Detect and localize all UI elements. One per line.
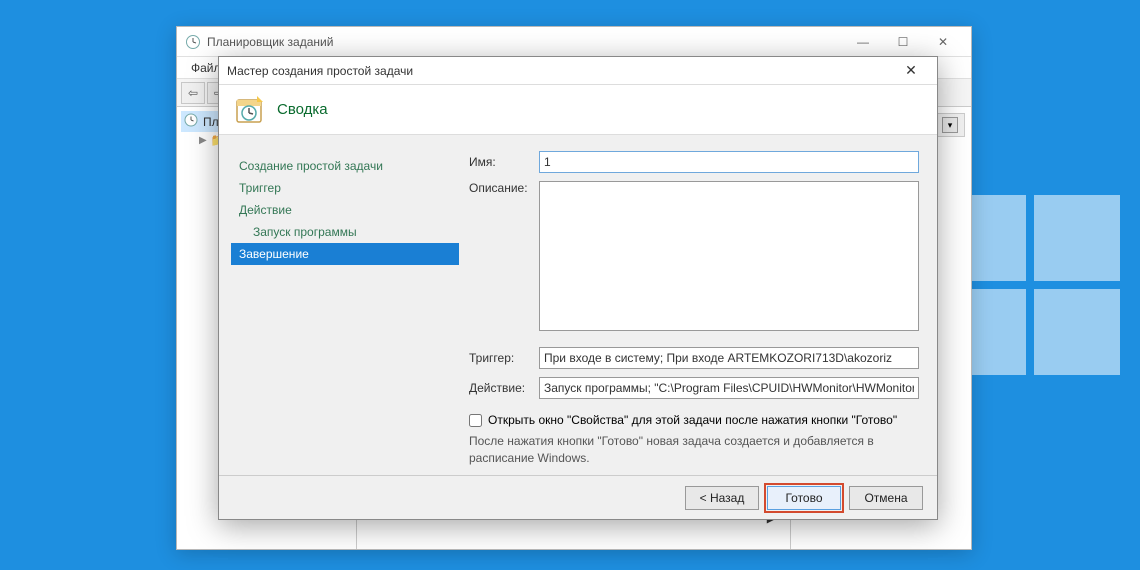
wizard-body: Создание простой задачи Триггер Действие…	[219, 135, 937, 475]
create-task-wizard: Мастер создания простой задачи ✕ Сводка …	[218, 56, 938, 520]
step-finish[interactable]: Завершение	[231, 243, 459, 265]
clock-icon	[183, 112, 199, 131]
step-start-program[interactable]: Запуск программы	[231, 221, 459, 243]
step-create-basic-task[interactable]: Создание простой задачи	[231, 155, 459, 177]
maximize-button[interactable]: ☐	[883, 28, 923, 56]
wizard-titlebar: Мастер создания простой задачи ✕	[219, 57, 937, 85]
trigger-field	[539, 347, 919, 369]
open-properties-row: Открыть окно "Свойства" для этой задачи …	[469, 413, 919, 427]
trigger-label: Триггер:	[469, 351, 539, 365]
wizard-heading: Сводка	[277, 101, 328, 118]
wizard-footer: < Назад Готово Отмена	[219, 475, 937, 519]
name-field[interactable]	[539, 151, 919, 173]
open-properties-checkbox[interactable]	[469, 414, 482, 427]
action-row: Действие:	[469, 377, 919, 399]
description-row: Описание:	[469, 181, 919, 334]
name-row: Имя:	[469, 151, 919, 173]
window-title: Планировщик заданий	[207, 35, 333, 49]
open-properties-label: Открыть окно "Свойства" для этой задачи …	[488, 413, 897, 427]
nav-back-button[interactable]: ⇦	[181, 82, 205, 104]
step-action[interactable]: Действие	[231, 199, 459, 221]
description-label: Описание:	[469, 181, 539, 195]
wizard-close-button[interactable]: ✕	[893, 59, 929, 83]
action-label: Действие:	[469, 381, 539, 395]
description-field[interactable]	[539, 181, 919, 331]
wizard-clock-icon	[233, 94, 265, 126]
app-clock-icon	[185, 34, 201, 50]
chevron-down-icon[interactable]: ▾	[942, 117, 958, 133]
wizard-header: Сводка	[219, 85, 937, 135]
name-label: Имя:	[469, 155, 539, 169]
wizard-form: Имя: Описание: Триггер: Действие: Открыт…	[459, 135, 937, 475]
wizard-steps: Создание простой задачи Триггер Действие…	[219, 135, 459, 475]
action-field	[539, 377, 919, 399]
back-button[interactable]: < Назад	[685, 486, 759, 510]
minimize-button[interactable]: ―	[843, 28, 883, 56]
step-trigger[interactable]: Триггер	[231, 177, 459, 199]
close-button[interactable]: ✕	[923, 28, 963, 56]
titlebar: Планировщик заданий ― ☐ ✕	[177, 27, 971, 57]
finish-note: После нажатия кнопки "Готово" новая зада…	[469, 433, 919, 467]
finish-button[interactable]: Готово	[767, 486, 841, 510]
wizard-title: Мастер создания простой задачи	[227, 64, 413, 78]
chevron-right-icon: ▶	[199, 135, 207, 146]
trigger-row: Триггер:	[469, 347, 919, 369]
cancel-button[interactable]: Отмена	[849, 486, 923, 510]
